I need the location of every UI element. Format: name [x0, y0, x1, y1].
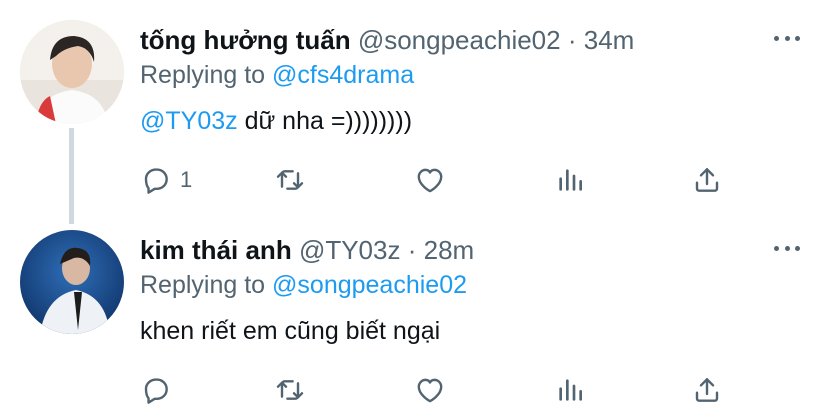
more-icon [784, 245, 790, 251]
like-button[interactable] [414, 370, 454, 410]
like-icon [417, 378, 443, 403]
more-options-button[interactable] [774, 238, 800, 258]
reply-count: 1 [180, 167, 193, 192]
retweet-button[interactable] [274, 160, 314, 200]
tweet-actions: 1 [140, 160, 740, 200]
more-icon [795, 35, 800, 41]
like-button[interactable] [414, 160, 454, 200]
display-name[interactable]: kim thái anh [140, 235, 292, 265]
separator-dot: · [407, 235, 417, 265]
reply-button[interactable] [140, 370, 180, 410]
avatar[interactable] [20, 230, 124, 334]
replying-to-label: Replying to [140, 271, 266, 299]
analytics-button[interactable] [554, 160, 586, 200]
more-icon [784, 35, 790, 41]
tweet-actions [140, 370, 740, 410]
share-icon [695, 378, 719, 402]
tweet-body: dữ nha =)))))))) [237, 107, 413, 135]
text-mention-link[interactable]: @TY03z [140, 107, 238, 135]
tweet-text: @TY03z dữ nha =)))))))) [140, 104, 412, 138]
more-icon [774, 245, 779, 251]
replying-to-line: Replying to @songpeachie02 [140, 268, 467, 302]
more-icon [795, 245, 800, 251]
user-handle[interactable]: @songpeachie02 [358, 25, 561, 55]
replying-to-mention[interactable]: @songpeachie02 [272, 271, 467, 299]
tweet-timestamp[interactable]: 28m [424, 235, 475, 265]
reply-icon [144, 378, 168, 404]
separator-dot: · [567, 25, 577, 55]
tweet-timestamp[interactable]: 34m [584, 25, 635, 55]
analytics-button[interactable] [554, 370, 586, 410]
tweet-item[interactable]: kim thái anh @TY03z · 28m Replying to @s… [0, 210, 828, 419]
reply-button[interactable]: 1 [140, 160, 192, 200]
analytics-icon [559, 379, 582, 401]
reply-icon [144, 168, 168, 194]
user-handle[interactable]: @TY03z [299, 235, 401, 265]
tweet-header: kim thái anh @TY03z · 28m [140, 232, 474, 268]
share-icon [695, 168, 719, 192]
like-icon [417, 168, 443, 193]
tweet-item[interactable]: tống hưởng tuấn @songpeachie02 · 34m Rep… [0, 0, 828, 224]
retweet-button[interactable] [274, 370, 314, 410]
analytics-icon [559, 169, 582, 191]
retweet-icon [276, 380, 304, 400]
tweet-text: khen riết em cũng biết ngại [140, 314, 440, 348]
tweet-header: tống hưởng tuấn @songpeachie02 · 34m [140, 22, 634, 58]
replying-to-line: Replying to @cfs4drama [140, 58, 414, 92]
display-name[interactable]: tống hưởng tuấn [140, 25, 351, 55]
share-button[interactable] [691, 160, 723, 200]
replying-to-mention[interactable]: @cfs4drama [272, 61, 414, 89]
tweet-body: khen riết em cũng biết ngại [140, 317, 441, 345]
retweet-icon [276, 170, 304, 190]
share-button[interactable] [691, 370, 723, 410]
more-options-button[interactable] [774, 28, 800, 48]
more-icon [774, 35, 779, 41]
avatar[interactable] [20, 20, 124, 124]
replying-to-label: Replying to [140, 61, 266, 89]
